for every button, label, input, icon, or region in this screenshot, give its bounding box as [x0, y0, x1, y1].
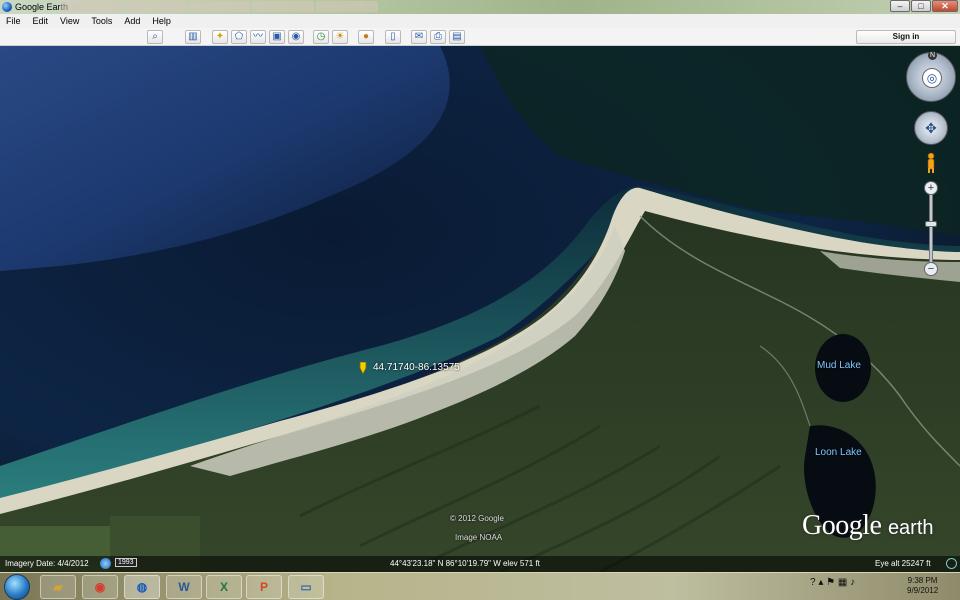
toolbar: ⌕ ▥ ✦ ⬠ 〰 ▣ ◉ ◷ ☀ ● ▯ ✉ ⎙ ▤ Sign in	[0, 28, 960, 46]
explorer-taskbar-icon[interactable]: ▰	[40, 575, 76, 599]
look-eye-icon[interactable]: ◎	[922, 68, 942, 88]
taskbar-clock[interactable]: 9:38 PM 9/9/2012	[907, 576, 938, 596]
lake-label-loon[interactable]: Loon Lake	[815, 447, 862, 458]
zoom-track[interactable]	[929, 191, 933, 265]
menu-tools[interactable]: Tools	[91, 16, 112, 26]
status-bar: Imagery Date: 4/4/2012 1993 44°43'23.18"…	[0, 556, 960, 572]
placemark-pin-icon[interactable]	[358, 362, 368, 374]
network-tray-icon[interactable]: ▦	[838, 577, 847, 588]
powerpoint-taskbar-icon[interactable]: P	[246, 575, 282, 599]
maximize-button[interactable]: □	[911, 0, 931, 12]
imagery-year-badge[interactable]: 1993	[115, 558, 137, 567]
look-around-control[interactable]: N ◎	[906, 51, 956, 102]
sunlight-icon[interactable]: ☀	[332, 30, 348, 44]
search-icon[interactable]: ⌕	[147, 30, 163, 44]
sign-in-button[interactable]: Sign in	[856, 30, 956, 44]
save-image-icon[interactable]: ▤	[449, 30, 465, 44]
imagery-date: Imagery Date: 4/4/2012	[5, 559, 89, 568]
zoom-slider[interactable]: + −	[924, 181, 938, 276]
volume-tray-icon[interactable]: ♪	[850, 577, 855, 588]
start-button[interactable]	[4, 574, 30, 600]
path-icon[interactable]: 〰	[250, 30, 266, 44]
minimize-button[interactable]: –	[890, 0, 910, 12]
word-taskbar-icon[interactable]: W	[166, 575, 202, 599]
close-button[interactable]: ✕	[932, 0, 958, 12]
print-icon[interactable]: ⎙	[430, 30, 446, 44]
window-controls: – □ ✕	[890, 0, 958, 12]
help-tray-icon[interactable]: ?	[810, 577, 816, 588]
clock-time: 9:38 PM	[907, 576, 938, 585]
window-taskbar-icon[interactable]: ▭	[288, 575, 324, 599]
menu-bar: File Edit View Tools Add Help	[0, 14, 960, 28]
zoom-knob[interactable]	[925, 221, 937, 227]
polygon-icon[interactable]: ⬠	[231, 30, 247, 44]
menu-view[interactable]: View	[60, 16, 79, 26]
street-view-pegman-icon[interactable]	[925, 152, 937, 174]
title-bar: Google Earth – □ ✕	[0, 0, 960, 14]
streaming-indicator-icon	[946, 558, 957, 569]
image-overlay-icon[interactable]: ▣	[269, 30, 285, 44]
email-icon[interactable]: ✉	[411, 30, 427, 44]
windows-taskbar: ▰ ◉ ◍ W X P ▭ ? ▴ ⚑ ▦ ♪ 9:38 PM 9/9/2012	[0, 572, 960, 600]
record-tour-icon[interactable]: ◉	[288, 30, 304, 44]
logo-google: Google	[802, 510, 882, 541]
lake-label-mud[interactable]: Mud Lake	[817, 360, 861, 371]
placemark-icon[interactable]: ✦	[212, 30, 228, 44]
historical-imagery-icon[interactable]: ◷	[313, 30, 329, 44]
system-tray: ? ▴ ⚑ ▦ ♪	[810, 577, 855, 588]
copyright-text: © 2012 Google	[450, 514, 504, 523]
zoom-out-button[interactable]: −	[924, 262, 938, 276]
excel-taskbar-icon[interactable]: X	[206, 575, 242, 599]
zoom-in-button[interactable]: +	[924, 181, 938, 195]
clock-date: 9/9/2012	[907, 586, 939, 595]
eye-altitude: Eye alt 25247 ft	[875, 559, 931, 568]
background-tabs	[60, 1, 378, 12]
google-earth-taskbar-icon[interactable]: ◍	[124, 575, 160, 599]
move-control[interactable]: ✥	[914, 111, 948, 145]
planets-icon[interactable]: ●	[358, 30, 374, 44]
flag-tray-icon[interactable]: ⚑	[826, 577, 835, 588]
satellite-imagery	[0, 46, 960, 572]
menu-add[interactable]: Add	[124, 16, 140, 26]
menu-help[interactable]: Help	[152, 16, 171, 26]
ruler-icon[interactable]: ▯	[385, 30, 401, 44]
logo-earth: earth	[887, 517, 934, 539]
menu-edit[interactable]: Edit	[33, 16, 49, 26]
menu-file[interactable]: File	[6, 16, 21, 26]
cursor-position: 44°43'23.18" N 86°10'19.79" W elev 571 f…	[390, 559, 540, 568]
image-source-text: Image NOAA	[455, 533, 503, 542]
placemark-label[interactable]: 44.71740-86.13575	[373, 362, 460, 373]
historical-imagery-clock-icon[interactable]	[100, 558, 111, 569]
north-indicator[interactable]: N	[928, 51, 937, 60]
google-earth-icon	[2, 2, 12, 12]
google-earth-logo: Google earth	[802, 510, 934, 542]
map-view[interactable]: 44.71740-86.13575 Mud Lake Loon Lake © 2…	[0, 46, 960, 572]
expand-tray-icon[interactable]: ▴	[818, 577, 823, 588]
sidebar-icon[interactable]: ▥	[185, 30, 201, 44]
chrome-taskbar-icon[interactable]: ◉	[82, 575, 118, 599]
